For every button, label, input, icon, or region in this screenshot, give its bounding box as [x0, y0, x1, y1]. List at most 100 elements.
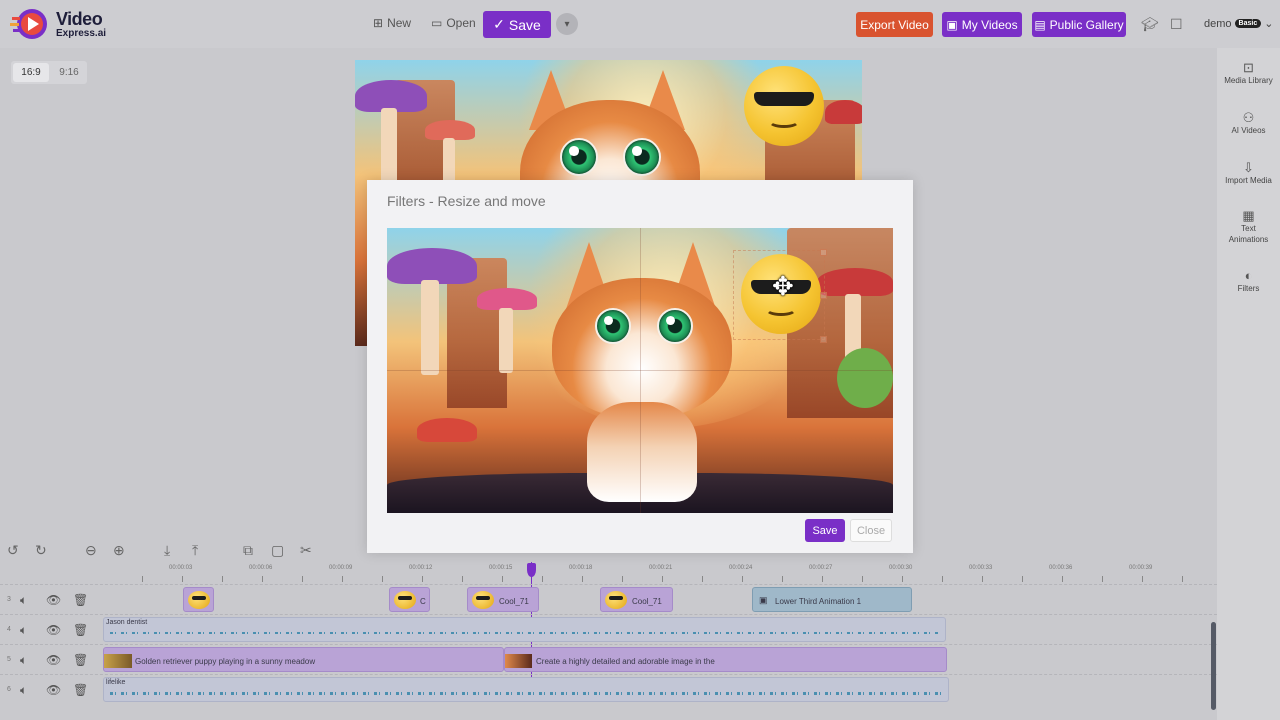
redo-icon[interactable]: ↻ — [35, 542, 47, 559]
timeline-track: 4 🔈︎ 👁︎ 🗑︎ Jason dentist — [0, 614, 1217, 644]
speaker-icon[interactable]: 🔈︎ — [20, 593, 27, 608]
sunglasses-emoji-thumb — [472, 591, 494, 609]
open-button[interactable]: ▭ Open — [431, 16, 476, 30]
align-bottom-icon[interactable]: ⤒ — [192, 542, 198, 559]
eye-icon[interactable]: 👁︎ — [46, 623, 61, 637]
timeline-clip[interactable]: ▣ Lower Third Animation 1 — [752, 587, 912, 612]
text-animation-icon: ▣ — [759, 595, 768, 605]
sidebar-item-label: Filters — [1237, 284, 1260, 293]
right-sidebar: ⊡ Media Library ⚇ AI Videos ⇩ Import Med… — [1217, 48, 1280, 720]
trash-icon[interactable]: 🗑︎ — [73, 653, 88, 667]
save-button[interactable]: ✓ Save — [483, 11, 551, 38]
tick-label: 00:00:06 — [249, 565, 273, 571]
tick-label: 00:00:27 — [809, 565, 833, 571]
align-top-icon[interactable]: ⤓ — [164, 542, 170, 559]
timeline-clip[interactable]: C — [389, 587, 430, 612]
ruler-tick — [182, 576, 183, 582]
ruler-tick — [742, 576, 743, 582]
filter-preview-canvas[interactable]: ✥ — [387, 228, 893, 513]
speaker-icon[interactable]: 🔈︎ — [20, 683, 27, 698]
eye-icon[interactable]: 👁︎ — [46, 683, 61, 697]
clip-thumbnail — [104, 654, 132, 668]
timeline-clip[interactable]: Golden retriever puppy playing in a sunn… — [103, 647, 504, 672]
import-icon: ⇩ — [1243, 160, 1254, 175]
open-label: Open — [446, 16, 476, 30]
timeline-clip[interactable]: Jason dentist — [103, 617, 946, 642]
new-file-icon: ⊞ — [373, 16, 384, 30]
tick-label: 00:00:21 — [649, 565, 673, 571]
ruler-tick — [222, 576, 223, 582]
track-number: 4 — [7, 626, 11, 633]
ruler-tick — [502, 576, 503, 582]
track-number: 6 — [7, 686, 11, 693]
ruler-tick — [942, 576, 943, 582]
ruler-tick — [982, 576, 983, 582]
sunglasses-emoji-sticker[interactable] — [744, 66, 824, 146]
logo-text-secondary: Express.ai — [56, 27, 107, 39]
resize-handle[interactable] — [820, 336, 827, 343]
timeline-scrollbar[interactable] — [1211, 622, 1216, 710]
new-button[interactable]: ⊞ New — [373, 16, 411, 30]
tick-label: 00:00:33 — [969, 565, 993, 571]
graduation-cap-icon[interactable]: 🎓︎ — [1141, 16, 1159, 33]
trash-icon[interactable]: 🗑︎ — [73, 623, 88, 637]
save-label: Save — [508, 16, 541, 33]
chat-icon[interactable]: ☐ — [1170, 16, 1183, 33]
sunglasses-emoji-thumb — [394, 591, 416, 609]
sidebar-item-ai-videos[interactable]: ⚇ AI Videos — [1217, 111, 1280, 136]
timeline-clip[interactable]: lifelike — [103, 677, 949, 702]
logo-text-primary: Video — [56, 8, 103, 29]
timeline-track: 3 🔈︎ 👁︎ 🗑︎ C Cool_71 Cool_71 ▣ Lower Thi… — [0, 584, 1217, 614]
public-gallery-button[interactable]: ▤ Public Gallery — [1032, 12, 1126, 37]
sunglasses-emoji-thumb — [605, 591, 627, 609]
filters-modal: Filters - Resize and move ✥ Save Close — [367, 180, 913, 553]
eye-icon[interactable]: 👁︎ — [46, 653, 61, 667]
timeline-clip[interactable]: Create a highly detailed and adorable im… — [504, 647, 947, 672]
copy-icon[interactable]: ⧉ — [243, 542, 253, 559]
tick-label: 00:00:30 — [889, 565, 913, 571]
logo-icon — [10, 6, 50, 42]
export-video-button[interactable]: Export Video — [856, 12, 933, 37]
timeline-clip[interactable]: Cool_71 — [600, 587, 673, 612]
timeline-track: 6 🔈︎ 👁︎ 🗑︎ lifelike — [0, 674, 1217, 704]
sidebar-item-media-library[interactable]: ⊡ Media Library — [1217, 61, 1280, 86]
clip-label: Cool_71 — [632, 597, 662, 606]
ruler-tick — [1182, 576, 1183, 582]
tick-label: 00:00:09 — [329, 565, 353, 571]
scissors-icon[interactable]: ✂ — [300, 542, 312, 559]
tick-label: 00:00:15 — [489, 565, 513, 571]
resize-handle[interactable] — [820, 292, 827, 299]
speaker-icon[interactable]: 🔈︎ — [20, 653, 27, 668]
save-options-dropdown[interactable]: ▾ — [556, 13, 578, 35]
timeline-ruler[interactable]: 00:00:03 00:00:06 00:00:09 00:00:12 00:0… — [0, 562, 1217, 584]
new-label: New — [387, 16, 412, 30]
logo[interactable]: Video Express.ai — [10, 6, 106, 42]
zoom-in-icon[interactable]: ⊕ — [113, 542, 125, 559]
my-videos-button[interactable]: ▣ My Videos — [942, 12, 1022, 37]
speaker-icon[interactable]: 🔈︎ — [20, 623, 27, 638]
paste-icon[interactable]: ▢ — [271, 542, 284, 559]
timeline-clip[interactable]: Cool_71 — [467, 587, 539, 612]
playhead-handle[interactable] — [527, 563, 536, 577]
user-menu[interactable]: demo Basic ⌄ — [1204, 17, 1273, 31]
modal-save-button[interactable]: Save — [805, 519, 845, 542]
ruler-tick — [862, 576, 863, 582]
aspect-option-9-16[interactable]: 9:16 — [51, 61, 87, 84]
modal-close-button[interactable]: Close — [850, 519, 892, 542]
trash-icon[interactable]: 🗑︎ — [73, 683, 88, 697]
sidebar-item-text-animations[interactable]: ▦ Text Animations — [1217, 209, 1280, 245]
tick-label: 00:00:03 — [169, 565, 193, 571]
public-gallery-label: Public Gallery — [1049, 17, 1124, 32]
undo-icon[interactable]: ↺ — [7, 542, 19, 559]
zoom-out-icon[interactable]: ⊖ — [85, 542, 97, 559]
resize-handle[interactable] — [820, 249, 827, 256]
clip-label: Golden retriever puppy playing in a sunn… — [135, 657, 316, 666]
plan-badge: Basic — [1234, 19, 1262, 28]
trash-icon[interactable]: 🗑︎ — [73, 593, 88, 607]
audio-waveform — [110, 692, 942, 695]
timeline-clip[interactable] — [183, 587, 214, 612]
aspect-option-16-9[interactable]: 16:9 — [13, 63, 49, 82]
eye-icon[interactable]: 👁︎ — [46, 593, 61, 607]
sidebar-item-import-media[interactable]: ⇩ Import Media — [1217, 160, 1280, 186]
sidebar-item-filters[interactable]: ◐ Filters — [1217, 269, 1280, 294]
